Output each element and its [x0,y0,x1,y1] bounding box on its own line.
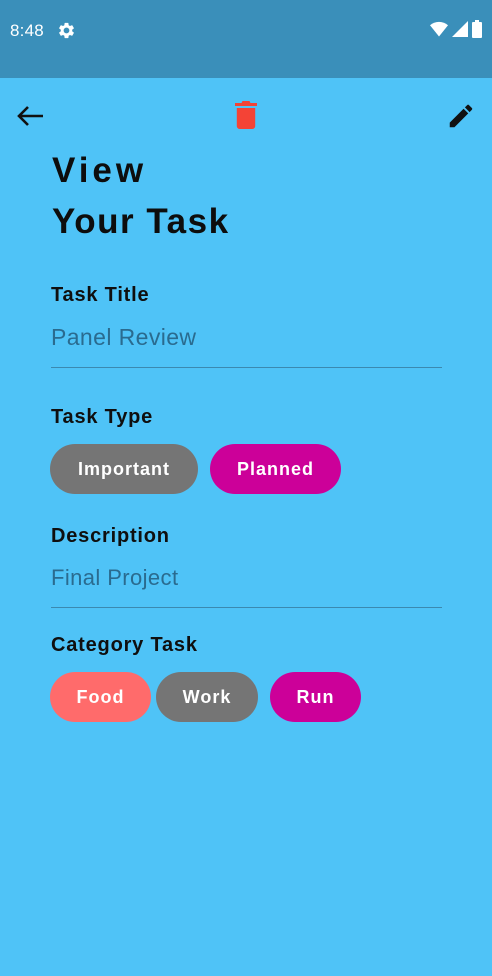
pencil-icon [446,101,476,136]
status-bar: 8:48 [0,0,492,78]
category-chip-food[interactable]: Food [50,672,151,722]
description-underline [51,607,442,608]
task-type-label: Task Type [51,406,154,428]
delete-button[interactable] [228,98,264,136]
wifi-icon [430,21,448,42]
edit-button[interactable] [440,99,482,137]
task-type-chip-important[interactable]: Important [50,444,198,494]
settings-icon [57,21,76,40]
task-title-label: Task Title [51,284,150,306]
description-field[interactable]: Final Project [51,565,178,591]
category-chip-work[interactable]: Work [156,672,258,722]
description-label: Description [51,525,170,547]
category-chip-run[interactable]: Run [270,672,361,722]
status-time: 8:48 [10,21,44,40]
back-arrow-icon [15,104,45,133]
task-type-chip-planned[interactable]: Planned [210,444,341,494]
page-title-line-2: Your Task [52,202,230,241]
signal-icon [452,20,468,42]
task-title-underline [51,367,442,368]
page-title-line-1: View [52,151,148,190]
back-button[interactable] [10,100,50,136]
battery-icon [472,19,482,43]
task-title-field[interactable]: Panel Review [51,324,196,351]
trash-icon [235,100,257,134]
status-icons [430,19,482,43]
category-label: Category Task [51,634,198,656]
